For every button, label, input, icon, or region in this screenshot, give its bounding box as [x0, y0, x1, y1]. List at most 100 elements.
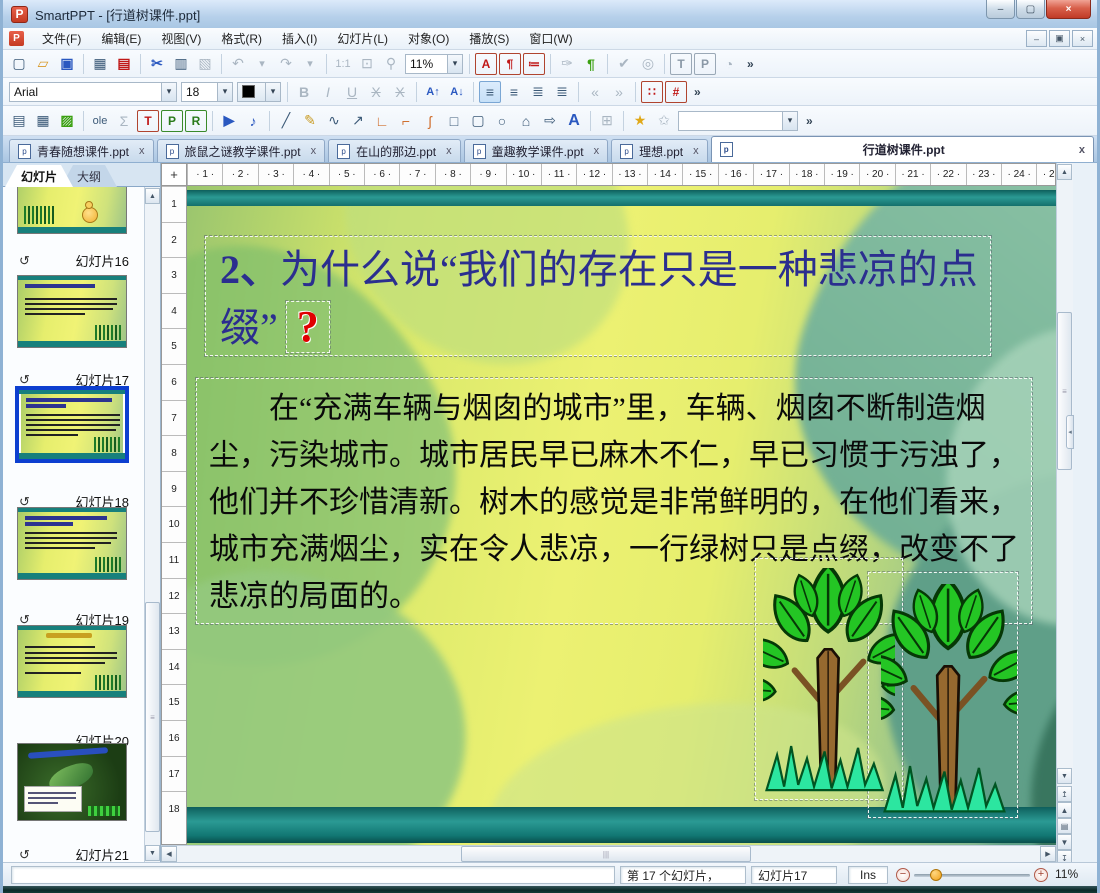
- scrollbar-thumb[interactable]: ≡: [145, 602, 160, 832]
- tab-close-icon[interactable]: x: [693, 145, 699, 157]
- doc-tab[interactable]: p 旅鼠之谜教学课件.ppt x: [156, 139, 326, 162]
- chevron-down-icon[interactable]: ▾: [217, 82, 232, 101]
- zoom-out-icon[interactable]: −: [896, 868, 910, 882]
- animation-icon[interactable]: ↺: [19, 253, 30, 269]
- tree-clipart[interactable]: [763, 568, 895, 794]
- formula-icon[interactable]: Σ: [113, 110, 135, 132]
- zoom-slider-thumb[interactable]: [930, 868, 943, 881]
- slide-item-17[interactable]: ↺ 幻灯片17: [19, 370, 129, 389]
- group-icon[interactable]: ⊞: [596, 110, 618, 132]
- tab-close-icon[interactable]: x: [139, 145, 145, 157]
- indent-icon[interactable]: »: [608, 81, 630, 103]
- menu-slide[interactable]: 幻灯片(L): [327, 27, 398, 50]
- print-icon[interactable]: ▦: [89, 53, 111, 75]
- chevron-down-icon[interactable]: ▾: [447, 54, 462, 73]
- cut-icon[interactable]: ✂: [146, 53, 168, 75]
- slide-thumbnail-20[interactable]: [17, 743, 127, 821]
- save-icon[interactable]: ▣: [56, 53, 78, 75]
- align-right-icon[interactable]: ≡: [503, 81, 525, 103]
- ruler-corner[interactable]: +: [161, 163, 187, 186]
- prev-slide-button[interactable]: ▲: [1057, 802, 1072, 818]
- close-button[interactable]: ×: [1046, 0, 1091, 19]
- toolbar-overflow-icon[interactable]: »: [741, 57, 760, 71]
- minimize-button[interactable]: –: [986, 0, 1015, 19]
- scroll-up-icon[interactable]: ▲: [1057, 164, 1072, 180]
- slide-canvas[interactable]: 2、为什么说“我们的存在只是一种悲凉的点缀”? 在“充满车辆与烟囱的城市”里，车…: [187, 186, 1056, 845]
- shape-edit-icon[interactable]: ✩: [653, 110, 675, 132]
- question-mark[interactable]: ?: [284, 300, 331, 354]
- connector-curve-icon[interactable]: ʃ: [419, 110, 441, 132]
- tab-close-icon[interactable]: x: [446, 145, 452, 157]
- zoom-icon[interactable]: ⚲: [380, 53, 402, 75]
- scrollbar-thumb[interactable]: |||: [461, 846, 751, 862]
- redo-dropdown-icon[interactable]: ▾: [299, 53, 321, 75]
- tab-close-icon[interactable]: x: [594, 145, 600, 157]
- ole-object-icon[interactable]: ole: [89, 110, 111, 132]
- image-icon[interactable]: ▨: [56, 110, 78, 132]
- app-icon-small[interactable]: P: [9, 31, 24, 46]
- menu-file[interactable]: 文件(F): [32, 27, 91, 50]
- redo-icon[interactable]: ↷: [275, 53, 297, 75]
- chevron-down-icon[interactable]: ▾: [265, 82, 280, 101]
- shape-style-combobox[interactable]: ▾: [678, 110, 798, 131]
- shrink-font-icon[interactable]: A↓: [446, 81, 468, 103]
- slide-item-16[interactable]: ↺ 幻灯片16: [19, 251, 129, 270]
- line-icon[interactable]: ╱: [275, 110, 297, 132]
- doc-tab[interactable]: p 童趣教学课件.ppt x: [463, 139, 609, 162]
- block-arrow-icon[interactable]: ⇨: [539, 110, 561, 132]
- scroll-down-icon[interactable]: ▼: [1057, 768, 1072, 784]
- spellcheck-icon[interactable]: ✔: [613, 53, 635, 75]
- slide-thumbnail-16[interactable]: [17, 275, 127, 348]
- menu-window[interactable]: 窗口(W): [519, 27, 582, 50]
- menu-play[interactable]: 播放(S): [459, 27, 519, 50]
- font-color-picker[interactable]: ▾: [237, 81, 281, 102]
- paragraph-settings-icon[interactable]: ¶: [499, 52, 521, 75]
- outdent-icon[interactable]: «: [584, 81, 606, 103]
- numbering-icon[interactable]: #: [665, 80, 687, 103]
- menu-insert[interactable]: 插入(I): [272, 27, 327, 50]
- bold-icon[interactable]: B: [293, 81, 315, 103]
- freehand-icon[interactable]: ✎: [299, 110, 321, 132]
- rounded-rect-icon[interactable]: ▢: [467, 110, 489, 132]
- menu-object[interactable]: 对象(O): [398, 27, 459, 50]
- ellipse-icon[interactable]: ○: [491, 110, 513, 132]
- vertical-scrollbar[interactable]: ▲ ≡ ◂ ▼ ↥ ▲ ▤ ▼ ↧: [1056, 163, 1074, 866]
- slide-item-21[interactable]: ↺ 幻灯片21: [19, 845, 129, 863]
- textbox-p-icon[interactable]: P: [161, 109, 183, 132]
- toolbar-overflow-icon[interactable]: »: [800, 114, 819, 128]
- scroll-left-icon[interactable]: ◀: [161, 846, 177, 862]
- strikethrough-icon[interactable]: X: [365, 81, 387, 103]
- first-slide-button[interactable]: ↥: [1057, 786, 1072, 802]
- doc-tab[interactable]: p 理想.ppt x: [611, 139, 708, 162]
- vertical-ruler[interactable]: 1 2 3 4 5 6 7 8 9 10 11 12 13 14 15 16 17 18: [161, 186, 187, 845]
- menu-edit[interactable]: 编辑(E): [91, 27, 151, 50]
- grow-font-icon[interactable]: A↑: [422, 81, 444, 103]
- bullets-icon[interactable]: ∷: [641, 80, 663, 103]
- zoom-in-icon[interactable]: +: [1034, 868, 1048, 882]
- panel-collapse-handle[interactable]: ◂: [1066, 415, 1074, 449]
- find-icon[interactable]: ◎: [637, 53, 659, 75]
- tab-slides[interactable]: 幻灯片: [5, 165, 73, 187]
- slide-thumbnail-19[interactable]: [17, 625, 127, 698]
- open-folder-icon[interactable]: ▱: [32, 53, 54, 75]
- title-textbox[interactable]: 2、为什么说“我们的存在只是一种悲凉的点缀”?: [204, 235, 992, 357]
- mdi-restore-button[interactable]: ▣: [1049, 30, 1070, 47]
- double-strikethrough-icon[interactable]: X: [389, 81, 411, 103]
- text-frame-icon[interactable]: ▤: [8, 110, 30, 132]
- pilcrow-icon[interactable]: ¶: [580, 53, 602, 75]
- mdi-minimize-button[interactable]: –: [1026, 30, 1047, 47]
- maximize-button[interactable]: ▢: [1016, 0, 1045, 19]
- table-icon[interactable]: ▦: [32, 110, 54, 132]
- curve-icon[interactable]: ∿: [323, 110, 345, 132]
- slide[interactable]: 2、为什么说“我们的存在只是一种悲凉的点缀”? 在“充满车辆与烟囱的城市”里，车…: [187, 186, 1056, 845]
- horizontal-scrollbar[interactable]: ◀ ||| ▶: [161, 845, 1056, 862]
- menu-view[interactable]: 视图(V): [151, 27, 211, 50]
- slide-thumbnail-15-partial[interactable]: [17, 187, 127, 234]
- animation-icon[interactable]: ↺: [19, 372, 30, 388]
- underline-icon[interactable]: U: [341, 81, 363, 103]
- one-to-one-icon[interactable]: 1:1: [332, 53, 354, 75]
- align-justify-icon[interactable]: ≣: [551, 81, 573, 103]
- slides-menu-button[interactable]: ▤: [1057, 818, 1072, 834]
- audio-icon[interactable]: ♪: [242, 110, 264, 132]
- mdi-close-button[interactable]: ×: [1072, 30, 1093, 47]
